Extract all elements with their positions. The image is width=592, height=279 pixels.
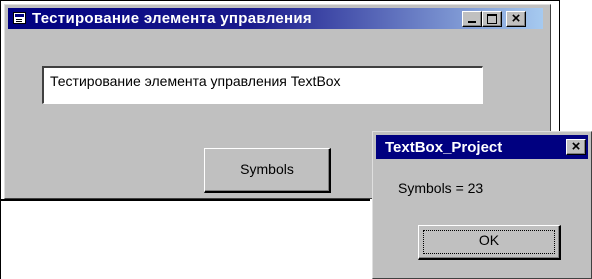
close-icon: × (571, 138, 581, 155)
minimize-button[interactable] (462, 11, 482, 27)
symbols-button[interactable]: Symbols (204, 148, 331, 193)
ok-button-label: OK (478, 232, 500, 248)
frame-top-border (0, 0, 560, 1)
app-window-icon[interactable] (13, 12, 26, 24)
text-input-value: Тестирование элемента управления TextBox (50, 73, 341, 89)
maximize-button[interactable] (482, 11, 502, 27)
close-button[interactable]: × (506, 10, 526, 27)
message-box-titlebar[interactable]: TextBox_Project × (376, 135, 588, 159)
message-box-title: TextBox_Project (385, 139, 503, 156)
frame-bottom-line (0, 199, 370, 201)
frame-left-border (0, 0, 1, 279)
close-icon: × (511, 10, 521, 27)
ok-button[interactable]: OK (418, 225, 561, 260)
main-window-titlebar[interactable]: Тестирование элемента управления × (8, 8, 543, 29)
text-input[interactable]: Тестирование элемента управления TextBox (42, 66, 483, 104)
main-window-title: Тестирование элемента управления (32, 10, 312, 27)
message-box-close-button[interactable]: × (566, 138, 586, 155)
message-text: Symbols = 23 (398, 180, 484, 196)
message-box: TextBox_Project × Symbols = 23 OK (372, 131, 592, 279)
